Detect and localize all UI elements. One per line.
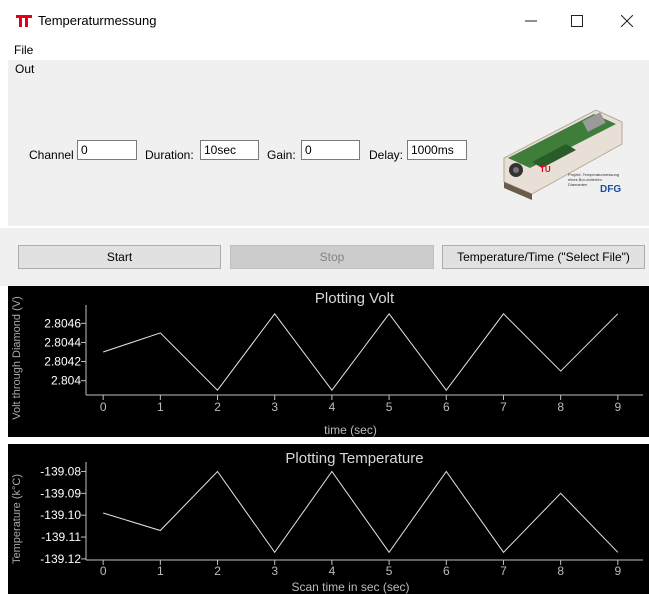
y-axis-label: Temperature (k°C) bbox=[11, 474, 23, 564]
channel-input[interactable] bbox=[77, 140, 137, 160]
x-tick-label: 3 bbox=[271, 564, 278, 578]
x-tick-label: 5 bbox=[386, 564, 393, 578]
temperature-plot-svg: Plotting Temperature -139.12 -139.11 -139.1… bbox=[11, 450, 643, 594]
gain-input[interactable] bbox=[301, 140, 360, 160]
x-axis-label: time (sec) bbox=[324, 423, 377, 437]
x-tick-label: 9 bbox=[615, 400, 622, 414]
y-tick-label: 2.804 bbox=[51, 374, 81, 388]
x-tick-label: 3 bbox=[271, 400, 278, 414]
y-axis-label: Volt through Diamond (V) bbox=[11, 296, 23, 420]
delay-label: Delay: bbox=[369, 148, 404, 162]
menu-bar: File bbox=[0, 40, 649, 60]
temperature-plot[interactable]: Plotting Temperature -139.12 -139.11 -139.1… bbox=[8, 444, 649, 594]
title-bar: Temperaturmessung bbox=[0, 0, 649, 40]
series-line bbox=[103, 312, 619, 392]
delay-input[interactable] bbox=[407, 140, 467, 160]
menu-file[interactable]: File bbox=[14, 43, 33, 57]
y-tick-label: -139.08 bbox=[40, 464, 81, 478]
x-tick-label: 7 bbox=[500, 564, 507, 578]
x-tick-label: 8 bbox=[557, 564, 564, 578]
temperature-time-button[interactable]: Temperature/Time ("Select File") bbox=[442, 245, 645, 269]
x-tick-label: 1 bbox=[157, 400, 164, 414]
x-tick-label: 5 bbox=[386, 400, 393, 414]
x-tick-label: 2 bbox=[214, 564, 221, 578]
duration-input[interactable] bbox=[200, 140, 259, 160]
device-image: TU Projekt: Temperaturmessung eines Bor-… bbox=[503, 109, 623, 200]
y-tick-label: 2.8044 bbox=[44, 335, 81, 349]
y-tick-label: -139.10 bbox=[40, 508, 81, 522]
duration-label: Duration: bbox=[145, 148, 194, 162]
x-axis-label: Scan time in sec (sec) bbox=[291, 580, 409, 594]
channel-label: Channel bbox=[29, 148, 74, 162]
gain-label: Gain: bbox=[267, 148, 296, 162]
x-tick-label: 0 bbox=[100, 564, 107, 578]
y-tick-label: 2.8046 bbox=[44, 316, 81, 330]
series-line bbox=[103, 470, 619, 554]
app-logo-icon bbox=[16, 15, 32, 27]
x-tick-label: 1 bbox=[157, 564, 164, 578]
x-tick-label: 0 bbox=[100, 400, 107, 414]
x-tick-label: 4 bbox=[329, 564, 336, 578]
y-tick-label: -139.09 bbox=[40, 486, 81, 500]
window-title: Temperaturmessung bbox=[38, 13, 157, 28]
chart-title: Plotting Volt bbox=[315, 290, 395, 307]
y-tick-label: 2.8042 bbox=[44, 355, 81, 369]
x-tick-label: 8 bbox=[557, 400, 564, 414]
x-tick-label: 9 bbox=[615, 564, 622, 578]
chart-title: Plotting Temperature bbox=[285, 450, 423, 467]
y-tick-label: -139.11 bbox=[41, 530, 81, 544]
minimize-button[interactable] bbox=[508, 6, 554, 36]
maximize-icon bbox=[571, 15, 583, 27]
x-tick-label: 6 bbox=[443, 564, 450, 578]
device-caption-line-3: Diamanten bbox=[568, 182, 587, 187]
dfg-logo: DFG bbox=[600, 184, 621, 195]
x-tick-label: 7 bbox=[500, 400, 507, 414]
close-button[interactable] bbox=[604, 6, 649, 36]
volt-plot[interactable]: Plotting Volt 2.804 2.8042 2.8044 2.8046 0 1 2 3… bbox=[8, 286, 649, 437]
maximize-button[interactable] bbox=[554, 6, 600, 36]
start-button[interactable]: Start bbox=[18, 245, 221, 269]
group-label-out: Out bbox=[15, 62, 35, 76]
x-tick-label: 2 bbox=[214, 400, 221, 414]
close-icon bbox=[621, 15, 633, 27]
minimize-icon bbox=[525, 20, 537, 22]
stop-button[interactable]: Stop bbox=[230, 245, 434, 269]
x-tick-label: 4 bbox=[329, 400, 336, 414]
volt-plot-svg: Plotting Volt 2.804 2.8042 2.8044 2.8046 0 1 2 3… bbox=[11, 290, 643, 437]
plot-separator bbox=[8, 437, 649, 444]
svg-text:TU: TU bbox=[540, 165, 551, 174]
x-tick-label: 6 bbox=[443, 400, 450, 414]
y-tick-label: -139.12 bbox=[40, 552, 81, 566]
